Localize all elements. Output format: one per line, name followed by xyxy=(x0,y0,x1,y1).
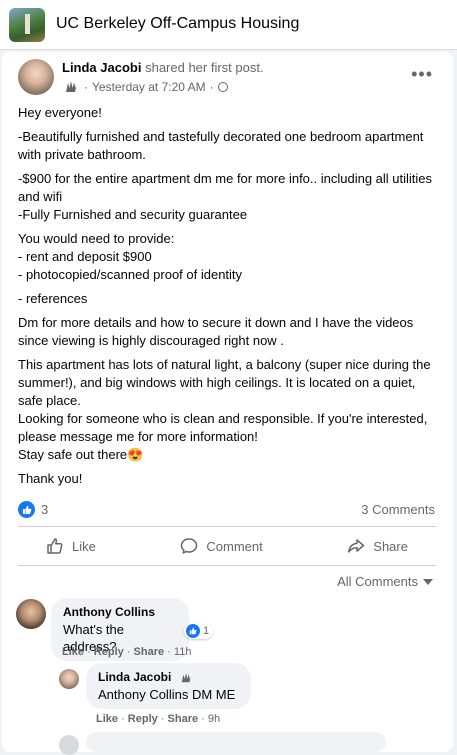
post-paragraph: Dm for more details and how to secure it… xyxy=(18,315,414,348)
reply-text: Anthony Collins DM ME xyxy=(98,687,236,702)
post-paragraph: Hey everyone! xyxy=(18,105,102,120)
share-button[interactable]: Share xyxy=(319,537,436,555)
comments-count[interactable]: 3 Comments xyxy=(361,502,435,517)
reply-author-line: Linda Jacobi xyxy=(98,669,239,686)
comment-share-button[interactable]: Share xyxy=(134,646,165,658)
group-title[interactable]: UC Berkeley Off-Campus Housing xyxy=(56,15,299,33)
divider xyxy=(18,565,436,566)
post-card: Linda Jacobi shared her first post. · Ye… xyxy=(2,52,453,755)
comment-time[interactable]: 11h xyxy=(174,646,192,658)
post-timestamp[interactable]: Yesterday at 7:20 AM xyxy=(92,80,206,94)
like-button[interactable]: Like xyxy=(18,537,124,555)
thumbs-up-icon xyxy=(47,538,63,554)
author-avatar[interactable] xyxy=(18,59,54,95)
post-actions: Like Comment Share xyxy=(18,530,436,562)
new-member-badge-icon[interactable] xyxy=(179,672,193,684)
meta-dot: · xyxy=(209,80,214,94)
campanile-tower xyxy=(25,14,30,34)
more-icon[interactable]: ••• xyxy=(411,64,433,85)
share-label: Share xyxy=(373,538,408,554)
reply-share-button[interactable]: Share xyxy=(168,713,199,725)
comment-actions: Like · Reply · Share · 11h xyxy=(62,646,192,658)
comment-author[interactable]: Anthony Collins xyxy=(63,604,177,621)
reply-time[interactable]: 9h xyxy=(208,713,220,725)
reply-like-button[interactable]: Like xyxy=(96,713,118,725)
reply-reply-button[interactable]: Reply xyxy=(128,713,158,725)
group-thumbnail[interactable] xyxy=(9,8,45,42)
share-icon xyxy=(348,539,365,553)
comment-icon xyxy=(181,538,198,554)
comment-label: Comment xyxy=(206,538,263,554)
like-reaction-icon xyxy=(18,501,35,518)
shared-text: shared her first post. xyxy=(145,60,264,75)
comments-filter-label: All Comments xyxy=(337,574,418,589)
reaction-count: 3 xyxy=(41,502,49,517)
next-reply-avatar[interactable] xyxy=(59,735,79,755)
like-reaction-icon xyxy=(186,624,200,638)
post-paragraph: - references xyxy=(18,291,88,306)
post-meta: · Yesterday at 7:20 AM · xyxy=(62,80,228,94)
commenter-avatar[interactable] xyxy=(16,599,46,629)
comment-like-button[interactable]: Like xyxy=(62,646,84,658)
reply-bubble: Linda Jacobi Anthony Collins DM ME xyxy=(86,663,251,709)
next-reply-bubble xyxy=(86,732,386,752)
new-member-badge-icon[interactable] xyxy=(62,80,80,94)
post-paragraph: Thank you! xyxy=(18,471,83,486)
comment-reply-button[interactable]: Reply xyxy=(94,646,124,658)
like-label: Like xyxy=(72,538,96,554)
comment-reaction-count: 1 xyxy=(203,625,210,637)
post-paragraph: -Beautifully furnished and tastefully de… xyxy=(18,129,424,162)
post-paragraph: This apartment has lots of natural light… xyxy=(18,357,431,462)
chevron-down-icon xyxy=(423,578,433,585)
reaction-summary[interactable]: 3 xyxy=(18,501,48,518)
author-name[interactable]: Linda Jacobi xyxy=(62,60,141,75)
comment-reaction-chip[interactable]: 1 xyxy=(184,623,214,639)
post-paragraph: You would need to provide: - rent and de… xyxy=(18,231,243,282)
meta-dot: · xyxy=(84,80,88,94)
divider xyxy=(18,526,436,527)
reply-author-avatar[interactable] xyxy=(59,669,79,689)
reply-author[interactable]: Linda Jacobi xyxy=(98,670,171,684)
post-body: Hey everyone! -Beautifully furnished and… xyxy=(18,104,443,494)
comments-filter[interactable]: All Comments xyxy=(337,574,433,589)
post-paragraph: -$900 for the entire apartment dm me for… xyxy=(18,171,433,222)
globe-icon xyxy=(217,82,228,92)
comment-button[interactable]: Comment xyxy=(152,537,290,555)
post-author-line: Linda Jacobi shared her first post. xyxy=(62,60,264,75)
group-header: UC Berkeley Off-Campus Housing xyxy=(0,0,457,50)
reply-actions: Like · Reply · Share · 9h xyxy=(96,713,221,725)
